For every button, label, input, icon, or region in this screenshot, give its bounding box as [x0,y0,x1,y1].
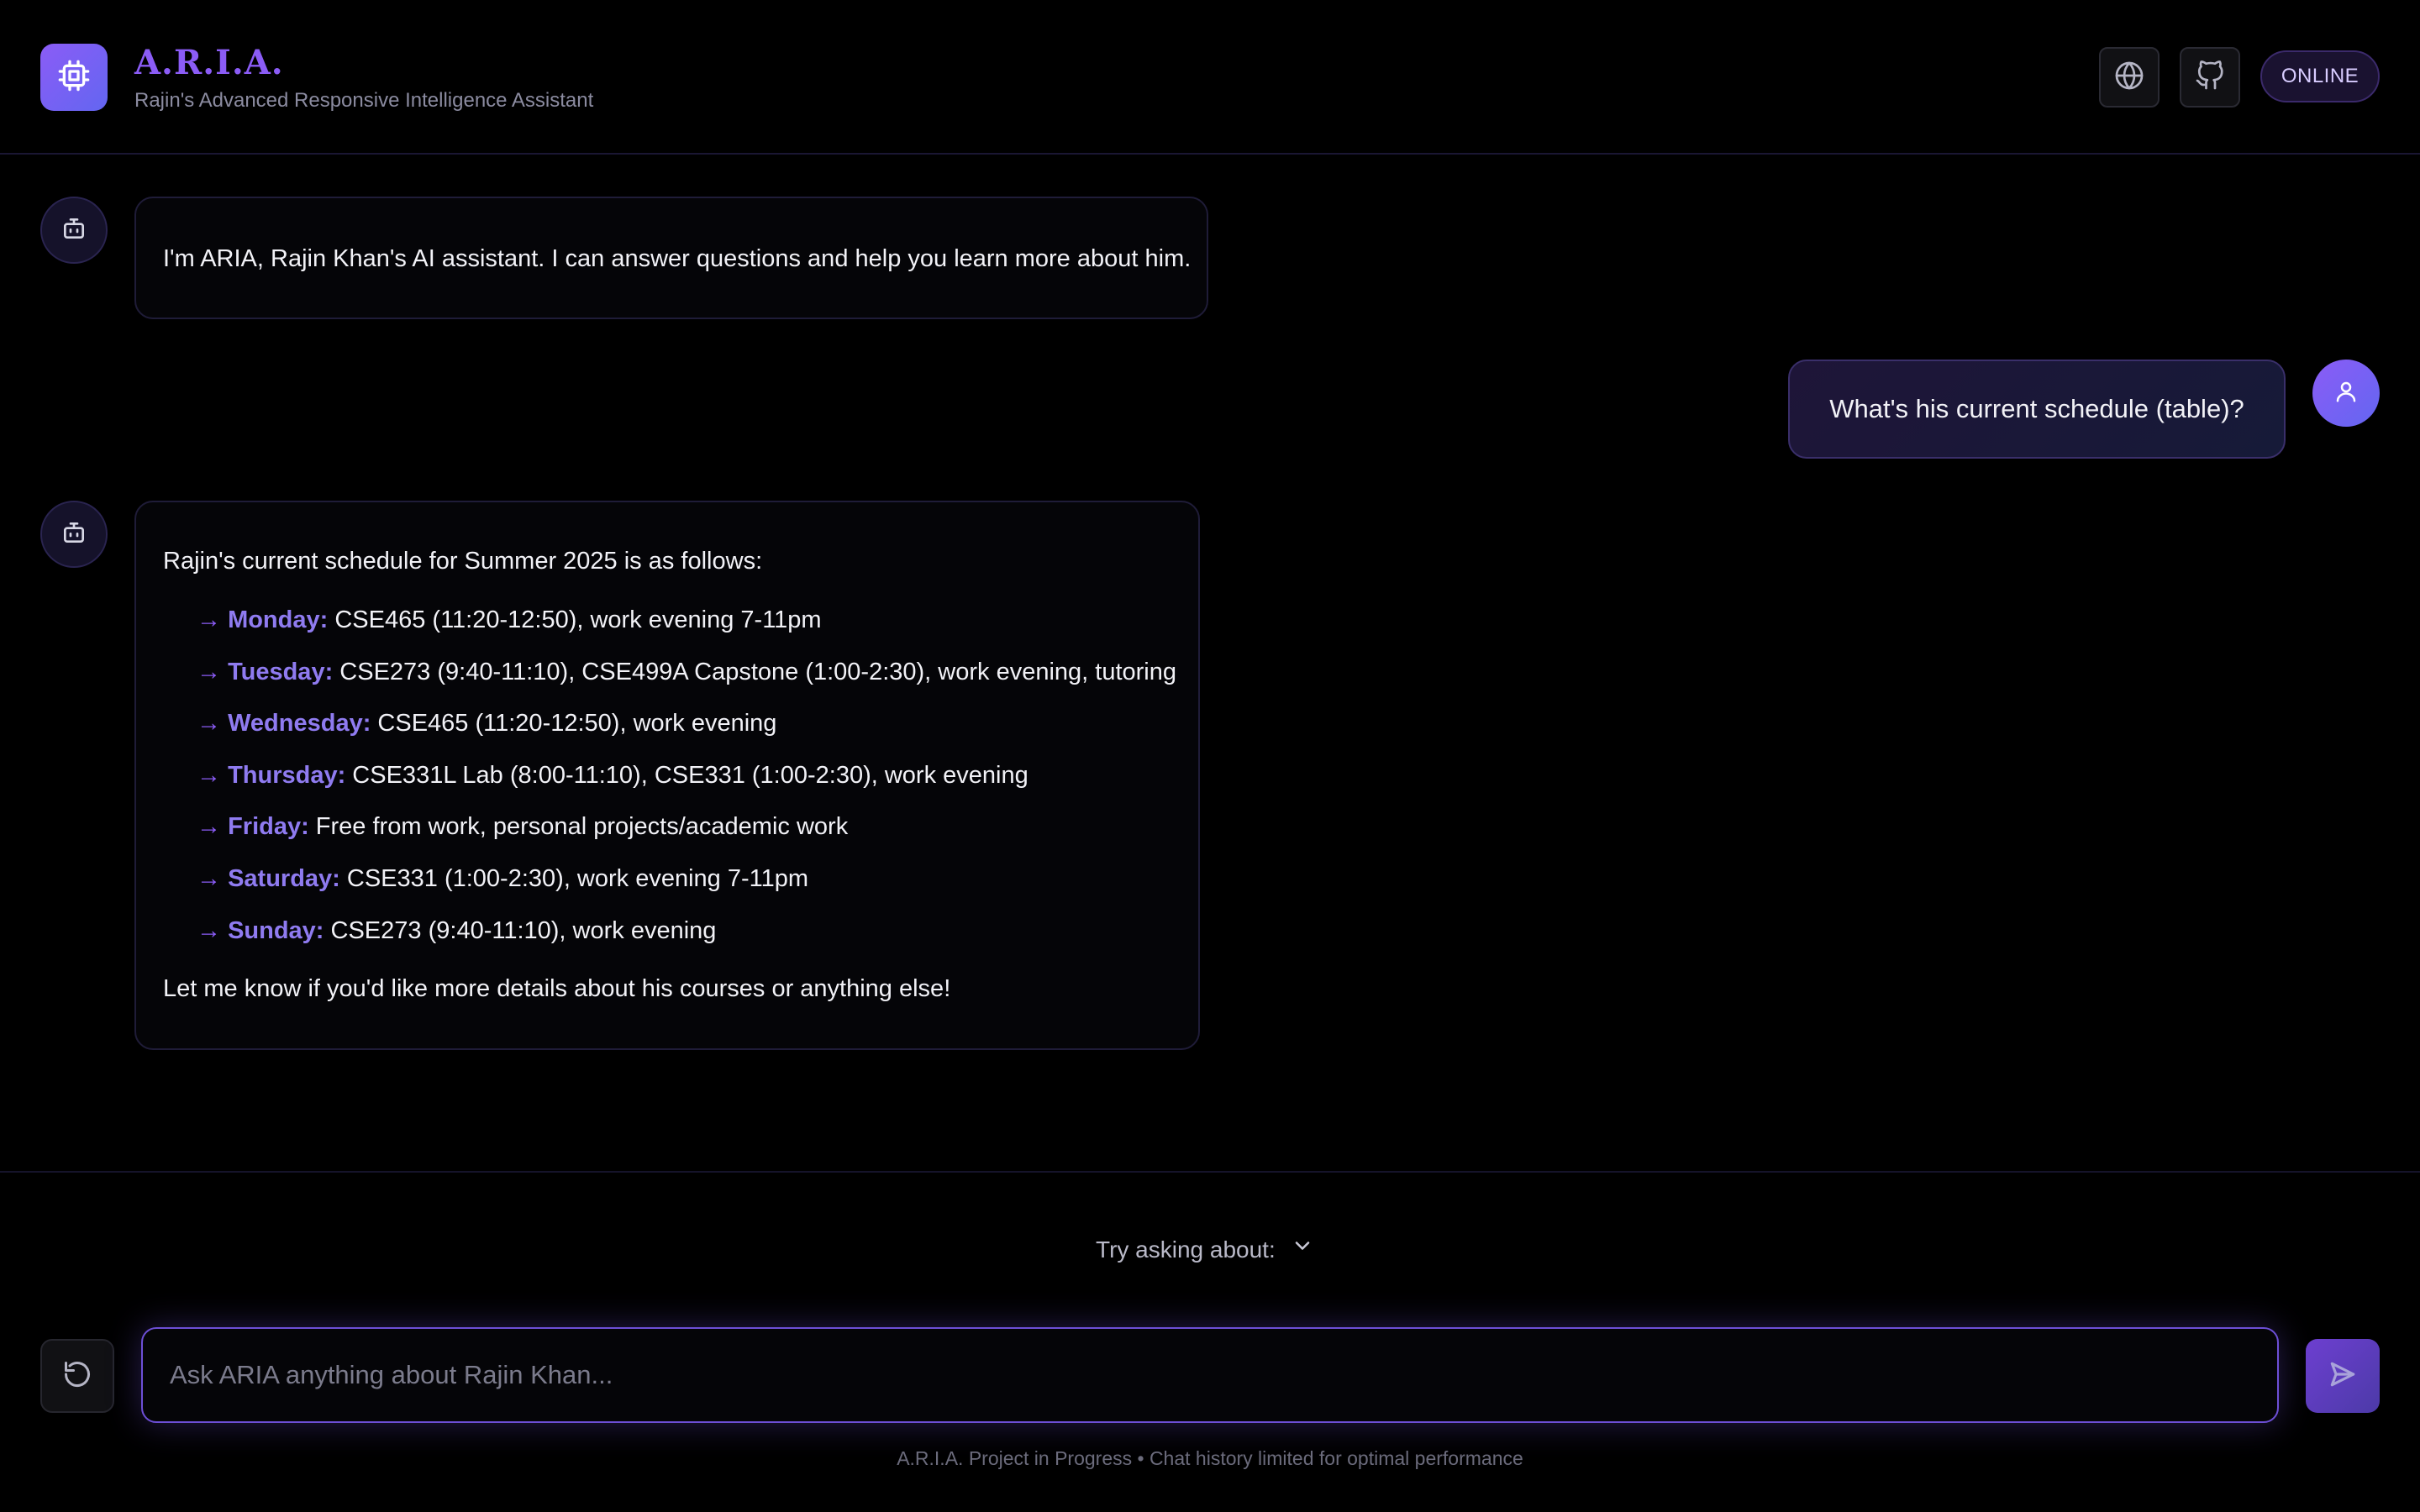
app-subtitle: Rajin's Advanced Responsive Intelligence… [134,89,594,112]
cpu-chip-icon [57,59,91,97]
suggestions-toggle[interactable]: Try asking about: [1096,1233,1314,1267]
schedule-day: Monday: [228,606,329,633]
schedule-detail: CSE273 (9:40-11:10), work evening [324,917,717,944]
arrow-right-icon: → [197,917,221,944]
send-icon [2327,1358,2359,1394]
footer-note: A.R.I.A. Project in Progress • Chat hist… [897,1447,1523,1469]
app-logo [40,44,108,111]
user-icon [2333,379,2359,408]
chevron-down-icon [1291,1233,1314,1267]
arrow-right-icon: → [197,865,221,892]
bot-avatar [40,501,108,568]
chat-page: A.R.I.A. Rajin's Advanced Responsive Int… [0,0,2420,1512]
schedule-outro: Let me know if you'd like more details a… [163,975,951,1002]
user-avatar [2312,360,2380,427]
reset-chat-button[interactable] [40,1339,114,1413]
schedule-detail: CSE465 (11:20-12:50), work evening [371,710,777,737]
arrow-right-icon: → [197,606,221,633]
schedule-detail: CSE465 (11:20-12:50), work evening 7-11p… [328,606,822,633]
status-badge: ONLINE [2260,50,2380,102]
schedule-day: Friday: [228,813,309,840]
robot-icon [60,519,87,550]
schedule-item-sunday: → Sunday: CSE273 (9:40-11:10), work even… [197,914,716,948]
schedule-day: Tuesday: [228,659,334,685]
schedule-day: Thursday: [228,762,346,789]
robot-icon [60,215,87,246]
language-button[interactable] [2099,47,2160,108]
user-message: What's his current schedule (table)? [1788,360,2286,459]
schedule-detail: CSE273 (9:40-11:10), CSE499A Capstone (1… [333,659,1177,685]
schedule-item-thursday: → Thursday: CSE331L Lab (8:00-11:10), CS… [197,759,1028,792]
chat-input[interactable] [141,1327,2279,1423]
send-button[interactable] [2306,1339,2380,1413]
schedule-detail: Free from work, personal projects/academ… [308,813,849,840]
schedule-item-saturday: → Saturday: CSE331 (1:00-2:30), work eve… [197,862,808,895]
schedule-day: Sunday: [228,917,324,944]
bot-message: I'm ARIA, Rajin Khan's AI assistant. I c… [134,197,1208,319]
schedule-item-tuesday: → Tuesday: CSE273 (9:40-11:10), CSE499A … [197,655,1176,689]
arrow-right-icon: → [197,659,221,685]
github-icon [2195,60,2225,95]
schedule-detail: CSE331L Lab (8:00-11:10), CSE331 (1:00-2… [345,762,1028,789]
app-header: A.R.I.A. Rajin's Advanced Responsive Int… [0,0,2420,155]
schedule-item-wednesday: → Wednesday: CSE465 (11:20-12:50), work … [197,706,776,740]
app-title: A.R.I.A. [134,43,284,82]
arrow-right-icon: → [197,710,221,737]
schedule-intro: Rajin's current schedule for Summer 2025… [163,548,763,575]
arrow-right-icon: → [197,813,221,840]
schedule-day: Wednesday: [228,710,371,737]
schedule-detail: CSE331 (1:00-2:30), work evening 7-11pm [339,865,809,892]
schedule-item-friday: → Friday: Free from work, personal proje… [197,810,848,843]
globe-icon [2114,60,2144,95]
bot-message-text: I'm ARIA, Rajin Khan's AI assistant. I c… [163,245,1192,272]
refresh-icon [62,1359,92,1394]
schedule-day: Saturday: [228,865,340,892]
bot-avatar [40,197,108,264]
arrow-right-icon: → [197,762,221,789]
schedule-item-monday: → Monday: CSE465 (11:20-12:50), work eve… [197,603,822,637]
github-button[interactable] [2180,47,2240,108]
composer-divider [0,1171,2420,1173]
suggestions-label: Try asking about: [1096,1236,1276,1263]
